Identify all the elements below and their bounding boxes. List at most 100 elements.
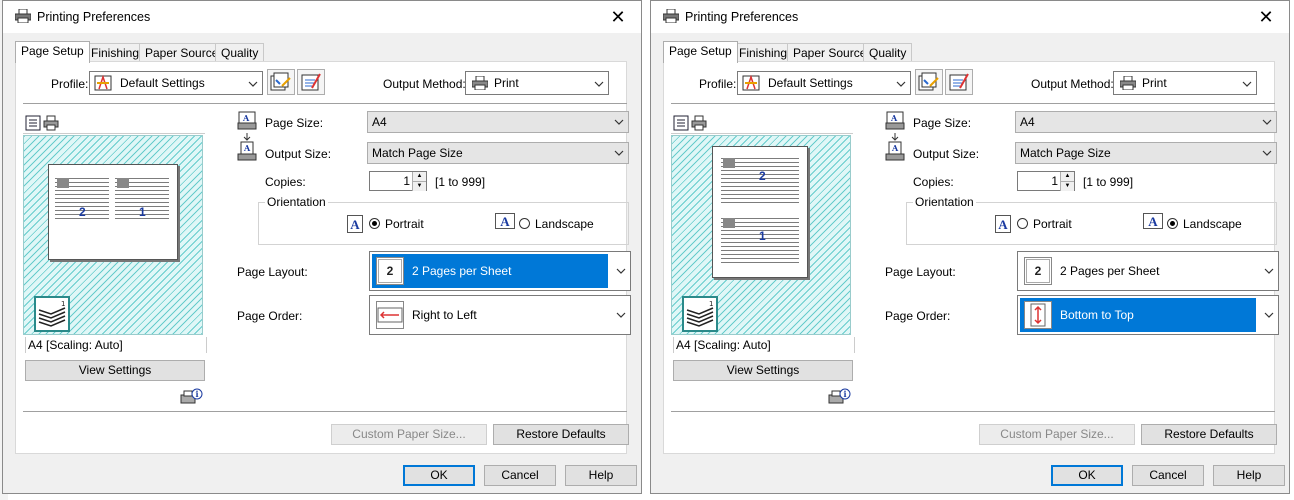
preview-printer-icon[interactable] (43, 115, 59, 131)
close-button[interactable]: ✕ (1243, 1, 1289, 33)
spin-down-button[interactable]: ▼ (1060, 181, 1074, 191)
copies-range: [1 to 999] (1083, 175, 1134, 189)
ok-button[interactable]: OK (403, 465, 475, 486)
preview-page-number: 2 (759, 169, 766, 183)
portrait-label[interactable]: Portrait (1033, 217, 1072, 231)
ok-button[interactable]: OK (1051, 465, 1123, 486)
divider (671, 103, 1275, 104)
scaling-text: A4 [Scaling: Auto] (28, 338, 123, 352)
page-layout-select[interactable]: 2 2 Pages per Sheet (369, 251, 631, 291)
tab-page-setup[interactable]: Page Setup (15, 41, 90, 63)
layout-preview: 2 1 1 (671, 135, 851, 335)
page-layout-value: 2 Pages per Sheet (1060, 264, 1160, 278)
page-layout-select[interactable]: 2 2 Pages per Sheet (1017, 251, 1279, 291)
profile-add-button[interactable] (915, 69, 943, 95)
preview-mini-page: 1 (721, 215, 799, 265)
spin-up-button[interactable]: ▲ (1060, 172, 1074, 181)
copies-spinner[interactable]: 1 ▲ ▼ (1017, 171, 1075, 191)
help-label: Help (588, 468, 614, 482)
chevron-down-icon (1262, 150, 1272, 156)
portrait-radio[interactable] (369, 218, 380, 229)
tab-finishing[interactable]: Finishing (733, 43, 794, 62)
preview-page-icon[interactable] (673, 115, 689, 131)
close-button[interactable]: ✕ (595, 1, 641, 33)
layout-2up-icon: 2 (376, 257, 404, 285)
profile-add-button[interactable] (267, 69, 295, 95)
output-size-select[interactable]: Match Page Size (1015, 142, 1277, 164)
title-bar[interactable]: Printing Preferences ✕ (651, 1, 1289, 33)
page-size-value: A4 (372, 115, 387, 129)
profile-label: Profile: (699, 77, 737, 91)
profile-view-icon (949, 73, 969, 91)
profile-edit-button[interactable] (297, 69, 325, 95)
profile-icon (742, 75, 760, 91)
custom-paper-size-button[interactable]: Custom Paper Size... (979, 424, 1135, 445)
preview-divider (671, 133, 853, 134)
preview-printer-icon[interactable] (691, 115, 707, 131)
orientation-legend: Orientation (913, 195, 976, 209)
landscape-radio[interactable] (1167, 218, 1178, 229)
output-method-select[interactable]: Print (465, 71, 609, 95)
copies-range: [1 to 999] (435, 175, 486, 189)
profile-edit-icon (918, 72, 939, 91)
view-settings-label: View Settings (78, 363, 152, 377)
profile-edit-button[interactable] (945, 69, 973, 95)
output-size-value: Match Page Size (1020, 146, 1111, 160)
profile-select[interactable]: Default Settings (737, 71, 911, 95)
output-method-value: Print (1142, 76, 1167, 90)
tab-paper-source[interactable]: Paper Source (787, 43, 873, 62)
help-label: Help (1236, 468, 1262, 482)
help-button[interactable]: Help (565, 465, 637, 486)
stack-icon[interactable]: 1 (34, 296, 70, 332)
tab-page-setup[interactable]: Page Setup (663, 41, 738, 63)
output-method-label: Output Method: (1031, 77, 1114, 91)
preview-graphic (117, 178, 129, 188)
landscape-label[interactable]: Landscape (535, 217, 594, 231)
portrait-radio[interactable] (1017, 218, 1028, 229)
page-size-select[interactable]: A4 (1015, 111, 1277, 133)
output-size-select[interactable]: Match Page Size (367, 142, 629, 164)
page-order-label: Page Order: (237, 309, 303, 323)
info-icon[interactable]: i (827, 387, 851, 407)
profile-label: Profile: (51, 77, 89, 91)
custom-paper-size-button[interactable]: Custom Paper Size... (331, 424, 487, 445)
stack-icon[interactable]: 1 (682, 296, 718, 332)
title-bar[interactable]: Printing Preferences ✕ (3, 1, 641, 33)
copies-spinner[interactable]: 1 ▲ ▼ (369, 171, 427, 191)
spin-up-button[interactable]: ▲ (412, 172, 426, 181)
profile-value: Default Settings (120, 76, 205, 90)
help-button[interactable]: Help (1213, 465, 1285, 486)
landscape-label[interactable]: Landscape (1183, 217, 1242, 231)
portrait-label[interactable]: Portrait (385, 217, 424, 231)
view-settings-button[interactable]: View Settings (673, 360, 853, 381)
cancel-button[interactable]: Cancel (484, 465, 556, 486)
scaling-text: A4 [Scaling: Auto] (676, 338, 771, 352)
spin-down-button[interactable]: ▼ (412, 181, 426, 191)
print-icon (1120, 76, 1136, 90)
close-icon: ✕ (610, 7, 626, 27)
cancel-button[interactable]: Cancel (1132, 465, 1204, 486)
profile-select[interactable]: Default Settings (89, 71, 263, 95)
preview-page-icon[interactable] (25, 115, 41, 131)
restore-defaults-button[interactable]: Restore Defaults (1141, 424, 1277, 445)
page-size-value: A4 (1020, 115, 1035, 129)
page-size-label: Page Size: (265, 116, 324, 130)
view-settings-button[interactable]: View Settings (25, 360, 205, 381)
profile-view-icon (301, 73, 321, 91)
orientation-a-icon: A (995, 215, 1011, 233)
tab-quality[interactable]: Quality (215, 43, 265, 62)
restore-defaults-button[interactable]: Restore Defaults (493, 424, 629, 445)
tab-finishing[interactable]: Finishing (85, 43, 146, 62)
output-method-select[interactable]: Print (1113, 71, 1257, 95)
landscape-radio[interactable] (519, 218, 530, 229)
tab-quality[interactable]: Quality (863, 43, 913, 62)
layout-icon-number: 2 (1026, 259, 1050, 283)
page-order-select[interactable]: Right to Left (369, 295, 631, 335)
tab-paper-source[interactable]: Paper Source (139, 43, 225, 62)
page-size-select[interactable]: A4 (367, 111, 629, 133)
page-order-select[interactable]: Bottom to Top (1017, 295, 1279, 335)
chevron-down-icon (614, 119, 624, 125)
divider (23, 103, 627, 104)
info-icon[interactable]: i (179, 387, 203, 407)
output-size-label: Output Size: (913, 147, 980, 161)
